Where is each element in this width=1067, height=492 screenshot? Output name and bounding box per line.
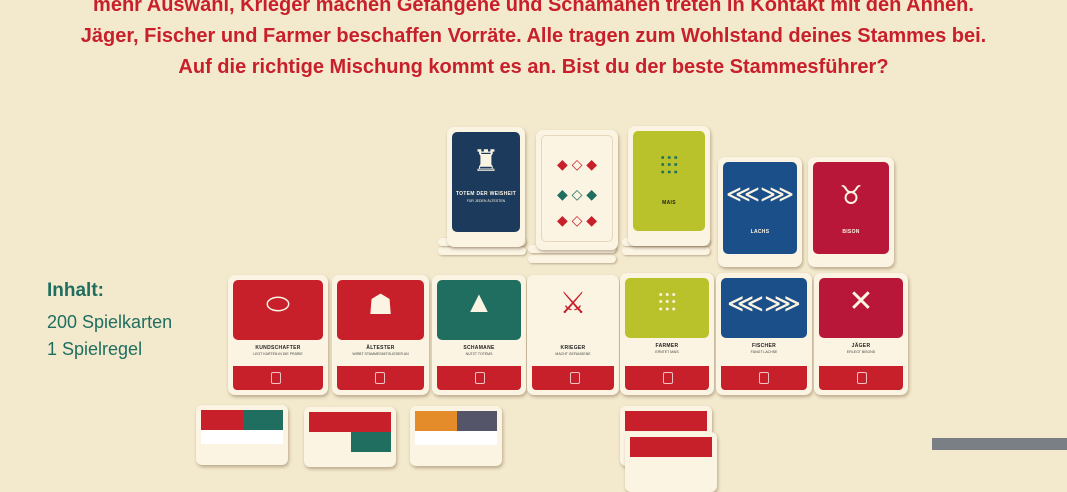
mini-card <box>625 432 717 492</box>
card-footer <box>337 366 424 390</box>
card-name: KRIEGER <box>560 345 586 351</box>
fish-icon: ⋘⋙ <box>727 288 801 318</box>
card-stack-edge <box>528 255 616 263</box>
card-face: ⬭ <box>233 280 323 340</box>
card-stack-edge <box>622 247 710 255</box>
card-aeltester: ☗ ÄLTESTER WIRBT STAMMESMITGLIEDER AN <box>332 275 429 395</box>
card-name: KUNDSCHAFTER <box>255 345 301 351</box>
field-icon: ⫶⫶⫶ <box>657 288 677 318</box>
card-face: ✕ <box>819 278 903 338</box>
axes-icon: ⚔ <box>559 287 587 320</box>
card-footer <box>437 366 521 390</box>
card-text: ERLEGT BISONS <box>846 350 876 354</box>
mini-card <box>410 406 502 466</box>
mini-card-panel <box>625 411 707 431</box>
elder-icon: ☗ <box>367 289 394 320</box>
card-bison: ♉ BISON <box>808 157 894 267</box>
card-name: MAIS <box>662 200 676 206</box>
contents-item: 200 Spielkarten <box>47 312 173 332</box>
fish-icon: ⋘⋙ <box>725 181 795 208</box>
card-back: ◆ ◇ ◆ ◆ ◇ ◆ ◆ ◇ ◆ <box>536 130 618 250</box>
card-text: FÄNGT LACHSE <box>750 350 778 354</box>
card-face: ⋘⋙ <box>723 162 797 254</box>
card-mais: ⫶⫶⫶ MAIS <box>628 126 710 246</box>
mini-card <box>304 407 396 467</box>
card-name: ÄLTESTER <box>366 345 395 351</box>
card-face: ⚔ <box>532 280 614 340</box>
card-face: ⫶⫶⫶ <box>625 278 709 338</box>
card-face: ♜ <box>452 132 520 232</box>
card-face: ⫶⫶⫶ <box>633 131 705 231</box>
mini-card-panel <box>201 410 243 430</box>
card-face: ▲ <box>437 280 521 340</box>
mini-card-panel <box>309 412 351 432</box>
corn-icon: ⫶⫶⫶ <box>659 151 679 181</box>
card-text: LEGT KARTEN IN DIE PRÄRIE <box>253 352 303 356</box>
card-face: ⋘⋙ <box>721 278 807 338</box>
tipi-icon: ▲ <box>464 286 494 319</box>
card-name: TOTEM DER WEISHEIT <box>455 191 517 197</box>
card-name: LACHS <box>750 229 770 235</box>
card-text: ERNTET MAIS <box>655 350 679 354</box>
card-footer <box>233 366 323 390</box>
mini-card-panel <box>457 411 497 431</box>
card-text: MACHT GEFANGENE <box>555 352 591 356</box>
card-totem-der-weisheit: ♜ TOTEM DER WEISHEIT FÜR JEDEN ÄLTESTEN <box>447 127 525 247</box>
card-name: BISON <box>842 229 860 235</box>
pattern-icon: ◆ ◇ ◆ <box>556 212 598 228</box>
card-footer <box>625 366 709 390</box>
intro-text: mehr Auswahl, Krieger machen Gefangene u… <box>0 0 1067 83</box>
card-name: SCHAMANE <box>463 345 495 351</box>
bison-icon: ♉ <box>839 180 863 210</box>
intro-line-2: Jäger, Fischer und Farmer beschaffen Vor… <box>80 25 987 47</box>
intro-line-1: mehr Auswahl, Krieger machen Gefangene u… <box>93 0 974 16</box>
totem-icon: ♜ <box>472 145 500 178</box>
card-footer <box>819 366 903 390</box>
mini-card-panel <box>630 437 712 457</box>
box-edge <box>932 438 1067 450</box>
pattern-icon: ◆ ◇ ◆ <box>556 156 598 172</box>
card-stack-edge <box>438 247 526 255</box>
card-name: JÄGER <box>851 343 871 349</box>
mini-card-panel <box>243 410 283 430</box>
card-text: NUTZT TOTEMS <box>465 352 493 356</box>
mini-card-panel <box>415 431 497 445</box>
card-face: ☗ <box>337 280 424 340</box>
card-name: FARMER <box>655 343 679 349</box>
card-footer <box>721 366 807 390</box>
intro-line-3: Auf die richtige Mischung kommt es an. B… <box>178 56 889 78</box>
card-lachs: ⋘⋙ LACHS <box>718 157 802 267</box>
card-face: ◆ ◇ ◆ ◆ ◇ ◆ ◆ ◇ ◆ <box>541 135 613 242</box>
contents-heading: Inhalt: <box>47 280 104 301</box>
card-fischer: ⋘⋙ FISCHER FÄNGT LACHSE <box>716 273 812 395</box>
card-kundschafter: ⬭ KUNDSCHAFTER LEGT KARTEN IN DIE PRÄRIE <box>228 275 328 395</box>
card-krieger: ⚔ KRIEGER MACHT GEFANGENE <box>527 275 619 395</box>
mini-card <box>196 405 288 465</box>
mini-card-panel <box>351 432 391 452</box>
contents-list: Inhalt: 200 Spielkarten 1 Spielregel <box>47 280 172 363</box>
shield-icon: ⬭ <box>266 288 290 319</box>
contents-item: 1 Spielregel <box>47 339 143 359</box>
card-farmer: ⫶⫶⫶ FARMER ERNTET MAIS <box>620 273 714 395</box>
mini-card-panel <box>201 430 283 444</box>
mini-card-panel <box>415 411 457 431</box>
card-text: FÜR JEDEN ÄLTESTEN <box>466 199 506 203</box>
card-text: WIRBT STAMMESMITGLIEDER AN <box>352 352 409 356</box>
card-name: FISCHER <box>751 343 777 349</box>
pattern-icon: ◆ ◇ ◆ <box>556 186 598 202</box>
arrows-icon: ✕ <box>848 285 874 318</box>
card-jaeger: ✕ JÄGER ERLEGT BISONS <box>814 273 908 395</box>
card-footer <box>532 366 614 390</box>
card-schamane: ▲ SCHAMANE NUTZT TOTEMS <box>432 275 526 395</box>
mini-card-panel <box>351 412 391 432</box>
card-face: ♉ <box>813 162 889 254</box>
